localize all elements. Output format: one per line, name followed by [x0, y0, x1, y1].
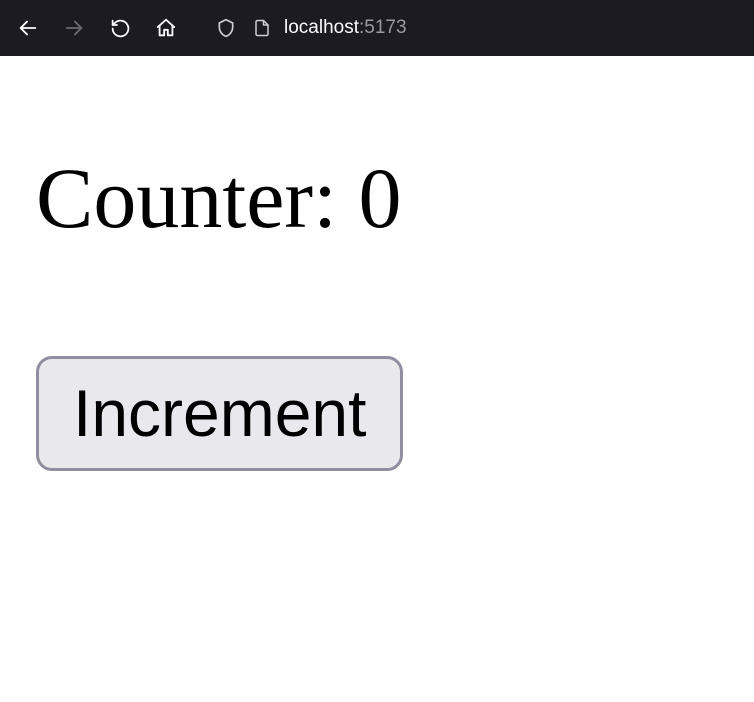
forward-arrow-icon: [63, 17, 85, 39]
url-text: localhost:5173: [284, 17, 407, 39]
back-arrow-icon: [17, 17, 39, 39]
reload-icon: [110, 18, 131, 39]
address-bar[interactable]: localhost:5173: [202, 10, 417, 46]
back-button[interactable]: [8, 8, 48, 48]
home-button[interactable]: [146, 8, 186, 48]
counter-label: Counter:: [36, 150, 358, 246]
counter-heading: Counter: 0: [36, 148, 718, 248]
forward-button[interactable]: [54, 8, 94, 48]
url-host: localhost: [284, 17, 359, 38]
browser-toolbar: localhost:5173: [0, 0, 754, 56]
counter-value: 0: [358, 150, 401, 246]
reload-button[interactable]: [100, 8, 140, 48]
home-icon: [155, 17, 177, 39]
url-port: :5173: [359, 17, 407, 38]
shield-icon: [212, 18, 240, 38]
page-content: Counter: 0 Increment: [0, 56, 754, 471]
page-icon: [248, 19, 276, 37]
increment-button[interactable]: Increment: [36, 356, 403, 471]
